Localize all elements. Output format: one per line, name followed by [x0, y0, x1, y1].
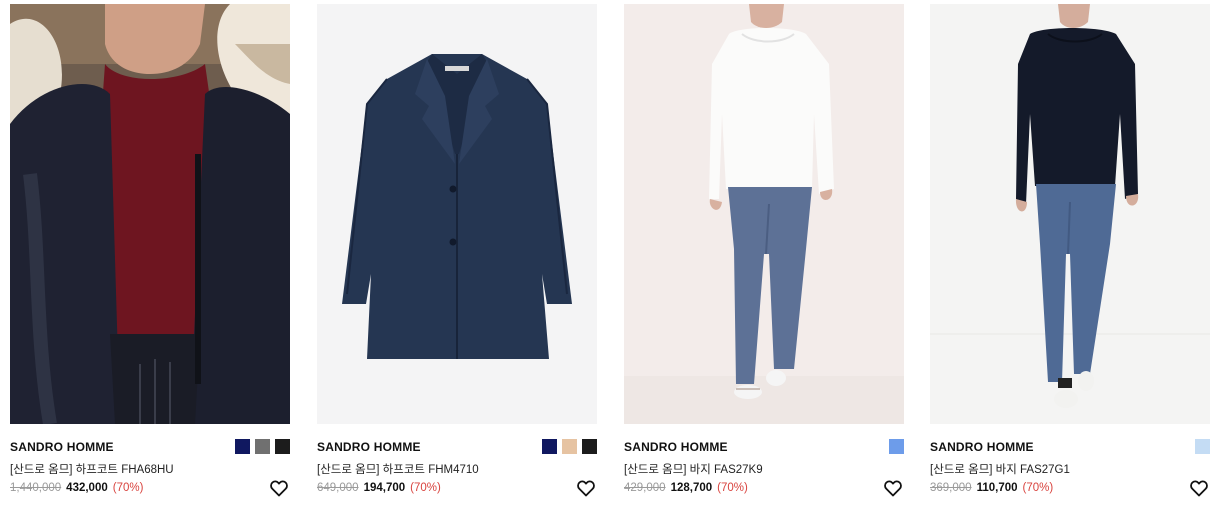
discount-rate: (70%)	[112, 482, 144, 494]
wishlist-heart-icon[interactable]	[1190, 480, 1208, 497]
blue-trousers-photo	[624, 4, 904, 424]
original-price: 649,000	[317, 482, 359, 494]
sale-price: 194,700	[363, 482, 406, 494]
color-swatches	[1195, 439, 1210, 454]
discount-rate: (70%)	[717, 482, 748, 494]
product-info: SANDRO HOMME [산드로 옴므] 하프코트 FHA68HU 1,440…	[10, 424, 290, 520]
brand-name: SANDRO HOMME	[10, 440, 114, 454]
product-card[interactable]: SANDRO HOMME [산드로 옴므] 하프코트 FHM4710 649,0…	[317, 4, 597, 520]
discount-rate: (70%)	[1022, 482, 1054, 494]
sale-price: 432,000	[66, 482, 108, 494]
original-price: 1,440,000	[10, 482, 62, 494]
product-image[interactable]	[624, 4, 904, 424]
color-swatch[interactable]	[889, 439, 904, 454]
color-swatch[interactable]	[235, 439, 250, 454]
color-swatch[interactable]	[1195, 439, 1210, 454]
wishlist-heart-icon[interactable]	[270, 480, 288, 497]
color-swatch[interactable]	[275, 439, 290, 454]
product-info: SANDRO HOMME [산드로 옴므] 바지 FAS27G1 369,000…	[930, 424, 1210, 520]
product-name[interactable]: [산드로 옴므] 하프코트 FHM4710	[317, 461, 479, 477]
color-swatches	[542, 439, 597, 454]
discount-rate: (70%)	[410, 482, 441, 494]
price-row: 1,440,000 432,000 (70%)	[10, 482, 143, 494]
sale-price: 110,700	[976, 482, 1018, 494]
price-row: 429,000 128,700 (70%)	[624, 482, 748, 494]
color-swatch[interactable]	[542, 439, 557, 454]
original-price: 369,000	[930, 482, 972, 494]
navy-half-coat-photo	[317, 4, 597, 424]
brand-name: SANDRO HOMME	[317, 440, 421, 454]
original-price: 429,000	[624, 482, 666, 494]
brand-name: SANDRO HOMME	[624, 440, 728, 454]
product-name[interactable]: [산드로 옴므] 바지 FAS27G1	[930, 461, 1070, 477]
brand-name: SANDRO HOMME	[930, 440, 1034, 454]
product-image[interactable]	[930, 4, 1210, 424]
wishlist-heart-icon[interactable]	[884, 480, 902, 497]
product-card[interactable]: SANDRO HOMME [산드로 옴므] 바지 FAS27G1 369,000…	[930, 4, 1210, 520]
product-image[interactable]	[10, 4, 290, 424]
fur-hood-parka-photo	[10, 4, 290, 424]
product-grid: SANDRO HOMME [산드로 옴므] 하프코트 FHA68HU 1,440…	[0, 0, 1219, 530]
price-row: 369,000 110,700 (70%)	[930, 482, 1053, 494]
product-name[interactable]: [산드로 옴므] 하프코트 FHA68HU	[10, 461, 174, 477]
product-image[interactable]	[317, 4, 597, 424]
product-card[interactable]: SANDRO HOMME [산드로 옴므] 하프코트 FHA68HU 1,440…	[10, 4, 290, 520]
color-swatch[interactable]	[255, 439, 270, 454]
product-info: SANDRO HOMME [산드로 옴므] 바지 FAS27K9 429,000…	[624, 424, 904, 520]
color-swatch[interactable]	[562, 439, 577, 454]
product-name[interactable]: [산드로 옴므] 바지 FAS27K9	[624, 461, 763, 477]
color-swatches	[235, 439, 290, 454]
price-row: 649,000 194,700 (70%)	[317, 482, 441, 494]
blue-trousers-photo	[930, 4, 1210, 424]
sale-price: 128,700	[670, 482, 713, 494]
color-swatch[interactable]	[582, 439, 597, 454]
wishlist-heart-icon[interactable]	[577, 480, 595, 497]
product-info: SANDRO HOMME [산드로 옴므] 하프코트 FHM4710 649,0…	[317, 424, 597, 520]
product-card[interactable]: SANDRO HOMME [산드로 옴므] 바지 FAS27K9 429,000…	[624, 4, 904, 520]
color-swatches	[889, 439, 904, 454]
